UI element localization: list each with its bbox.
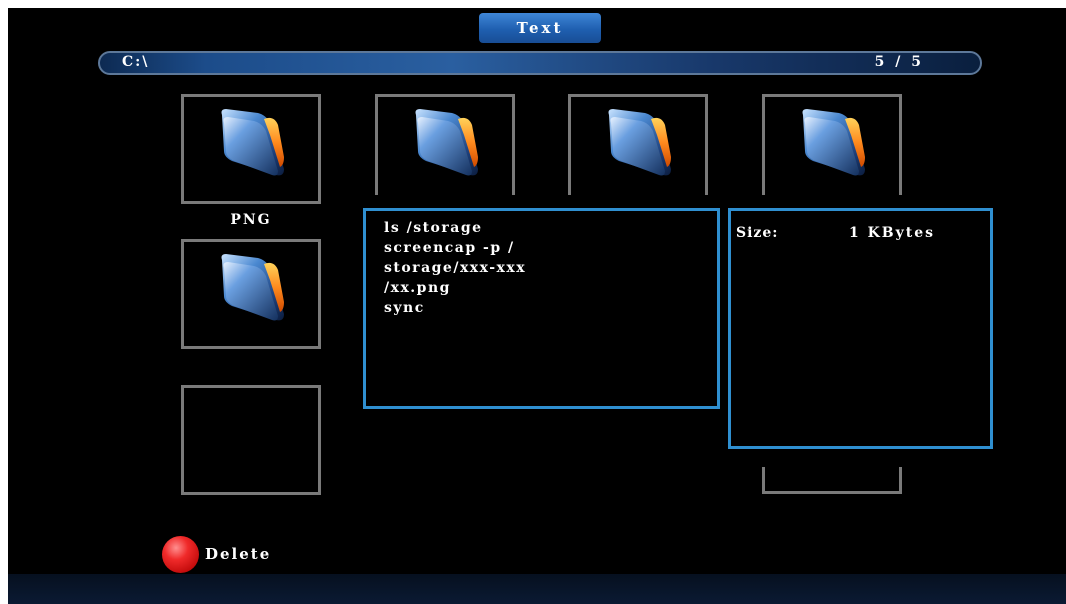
folder-icon [802,109,865,176]
red-button-icon [162,536,199,573]
delete-label: Delete [205,545,272,563]
selected-file-label: PNG [230,212,272,228]
text-preview-panel: ls /storage screencap -p / storage/xxx-x… [363,208,720,409]
file-thumbnail[interactable] [181,239,321,349]
tv-screen: Text C:\ 5 / 5 PNG ls /storage screencap… [8,8,1066,604]
text-line: /xx.png [384,280,451,296]
file-thumbnail[interactable] [181,94,321,204]
page-indicator: 5 / 5 [874,54,924,70]
text-preview: ls /storage screencap -p / storage/xxx-x… [384,218,526,318]
text-line: sync [384,300,425,316]
current-path: C:\ [122,54,150,70]
folder-icon [221,109,284,176]
folder-icon [221,254,284,321]
file-thumbnail[interactable] [762,94,902,195]
size-label: Size: [736,225,779,241]
folder-icon [415,109,478,176]
file-thumbnail[interactable] [375,94,515,195]
empty-thumbnail[interactable] [762,467,902,494]
file-info-panel: Size: 1 KBytes [728,208,993,449]
text-line: screencap -p / [384,240,515,256]
text-line: ls /storage [384,220,483,236]
text-line: storage/xxx-xxx [384,260,527,276]
title-tab: Text [479,13,601,43]
size-value: 1 KBytes [849,225,936,241]
bottom-band [8,574,1066,604]
title-text: Text [516,19,564,37]
file-thumbnail[interactable] [568,94,708,195]
path-bar: C:\ 5 / 5 [98,51,982,75]
empty-thumbnail[interactable] [181,385,321,495]
folder-icon [608,109,671,176]
